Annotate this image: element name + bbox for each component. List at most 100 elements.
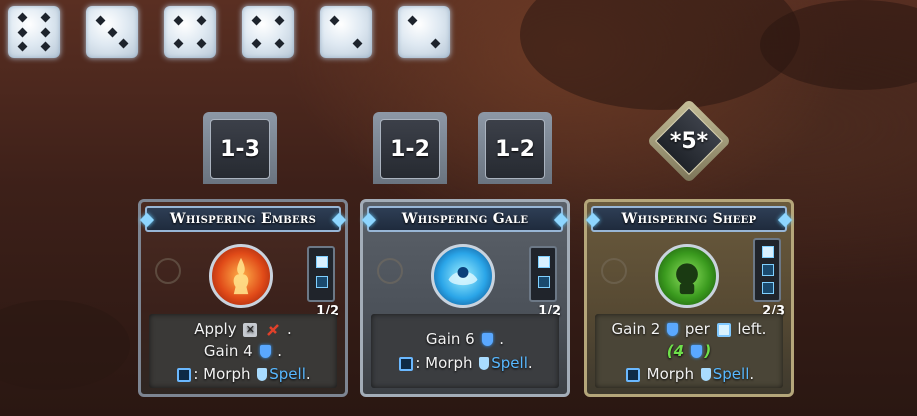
die-pip xyxy=(17,12,27,23)
effect-text: left. xyxy=(737,320,767,338)
card-title-text: Whispering Sheep xyxy=(621,211,757,227)
card-body: Whispering Sheep 2/3 Gain 2 per left. (4… xyxy=(584,199,794,397)
die-pip xyxy=(197,39,207,49)
die[interactable] xyxy=(398,6,450,58)
gem-icon xyxy=(331,212,347,228)
wind-spirit-icon xyxy=(431,244,495,308)
gem-icon xyxy=(553,212,569,228)
effect-text: . xyxy=(527,354,533,372)
slot-icon xyxy=(625,367,640,382)
card-text-panel: Gain 2 per left. (4 ) Morph Spell. xyxy=(595,314,783,388)
effect-text: . xyxy=(499,330,505,348)
die-pip xyxy=(329,15,339,25)
slot-empty xyxy=(762,282,774,294)
hook-ornament xyxy=(601,258,627,284)
fire-spirit-shape xyxy=(233,257,249,295)
die-pip xyxy=(41,12,51,23)
effect-line-2: (4 ) xyxy=(595,342,783,360)
range-tag-gale-1: 1-2 xyxy=(373,112,447,184)
die-pip xyxy=(275,15,285,25)
gem-icon xyxy=(585,212,601,228)
effect-text: : Morph xyxy=(193,365,251,383)
shield-icon xyxy=(481,333,493,346)
card-title-text: Whispering Embers xyxy=(169,211,317,227)
fire-spirit-icon xyxy=(209,244,273,308)
card-whispering-gale[interactable]: Whispering Gale 1/2 Gain 6 . : Morph Spe… xyxy=(360,185,570,397)
gem-icon xyxy=(139,212,155,228)
effect-text: ( xyxy=(666,342,674,360)
die[interactable] xyxy=(86,6,138,58)
effect-text: . xyxy=(277,342,283,360)
slot-icon xyxy=(716,322,731,337)
card-whispering-embers[interactable]: Whispering Embers 1/2 Apply ✕ . Gain 4 .… xyxy=(138,185,348,397)
effect-line-3: : Morph Spell. xyxy=(149,365,337,383)
close-x-icon: ✕ xyxy=(243,322,258,337)
die-pip xyxy=(173,39,183,49)
range-value: 1-2 xyxy=(485,119,545,179)
die[interactable] xyxy=(242,6,294,58)
die-pip xyxy=(41,41,51,52)
effect-text: Morph xyxy=(646,365,694,383)
effect-text: . xyxy=(749,365,755,383)
spell-keyword: Spell xyxy=(491,354,528,372)
card-body: Whispering Embers 1/2 Apply ✕ . Gain 4 .… xyxy=(138,199,348,397)
die[interactable] xyxy=(320,6,372,58)
range-value: 1-3 xyxy=(210,119,270,179)
die[interactable] xyxy=(164,6,216,58)
slot-column xyxy=(529,246,557,302)
shield-icon xyxy=(667,323,679,336)
hook-ornament xyxy=(377,258,403,284)
card-title: Whispering Sheep xyxy=(585,206,793,232)
slot-column xyxy=(753,238,781,302)
die-pip xyxy=(197,15,207,25)
effect-line-1: Gain 6 . xyxy=(371,330,559,348)
gem-icon xyxy=(361,212,377,228)
slot-empty xyxy=(762,264,774,276)
spell-keyword: Spell xyxy=(269,365,306,383)
range-value: 1-2 xyxy=(380,119,440,179)
slot-filled xyxy=(762,246,774,258)
spell-icon xyxy=(257,368,268,381)
slot-filled xyxy=(538,256,550,268)
effect-line-2: : Morph Spell. xyxy=(371,354,559,372)
effect-text: . xyxy=(286,320,292,338)
effect-text: . xyxy=(305,365,311,383)
spell-icon xyxy=(700,368,711,381)
slot-column xyxy=(307,246,335,302)
card-body: Whispering Gale 1/2 Gain 6 . : Morph Spe… xyxy=(360,199,570,397)
wind-spirit-shape xyxy=(448,266,478,286)
range-tag-sheep: *5* xyxy=(646,98,732,184)
sheep-spirit-shape xyxy=(676,263,698,295)
slot-empty xyxy=(316,276,328,288)
card-title: Whispering Embers xyxy=(139,206,347,232)
burn-icon xyxy=(267,323,280,336)
die-pip xyxy=(251,39,261,49)
effect-text: Gain 6 xyxy=(425,330,475,348)
dynamic-value: 4 xyxy=(673,342,685,360)
effect-line-2: Gain 4 . xyxy=(149,342,337,360)
background-rock xyxy=(520,0,800,110)
effect-line-3: Morph Spell. xyxy=(595,365,783,383)
range-value: *5* xyxy=(669,128,709,154)
shield-icon xyxy=(691,345,703,358)
die-pip xyxy=(17,27,27,37)
die-pip xyxy=(173,15,183,25)
die-pip xyxy=(431,39,441,49)
die-pip xyxy=(17,41,27,52)
hook-ornament xyxy=(155,258,181,284)
card-whispering-sheep[interactable]: Whispering Sheep 2/3 Gain 2 per left. (4… xyxy=(584,185,794,397)
effect-line-1: Gain 2 per left. xyxy=(595,320,783,338)
gem-icon xyxy=(777,212,793,228)
background-rock xyxy=(0,300,130,390)
die[interactable] xyxy=(8,6,60,58)
spell-keyword: Spell xyxy=(712,365,750,383)
die-pip xyxy=(107,27,117,37)
die-pip xyxy=(119,39,129,49)
effect-line-1: Apply ✕ . xyxy=(149,320,337,338)
effect-text: : Morph xyxy=(415,354,473,372)
card-title-text: Whispering Gale xyxy=(401,211,529,227)
effect-text: ) xyxy=(704,342,712,360)
effect-text: Gain 4 xyxy=(203,342,253,360)
die-pip xyxy=(407,15,417,25)
slot-empty xyxy=(538,276,550,288)
